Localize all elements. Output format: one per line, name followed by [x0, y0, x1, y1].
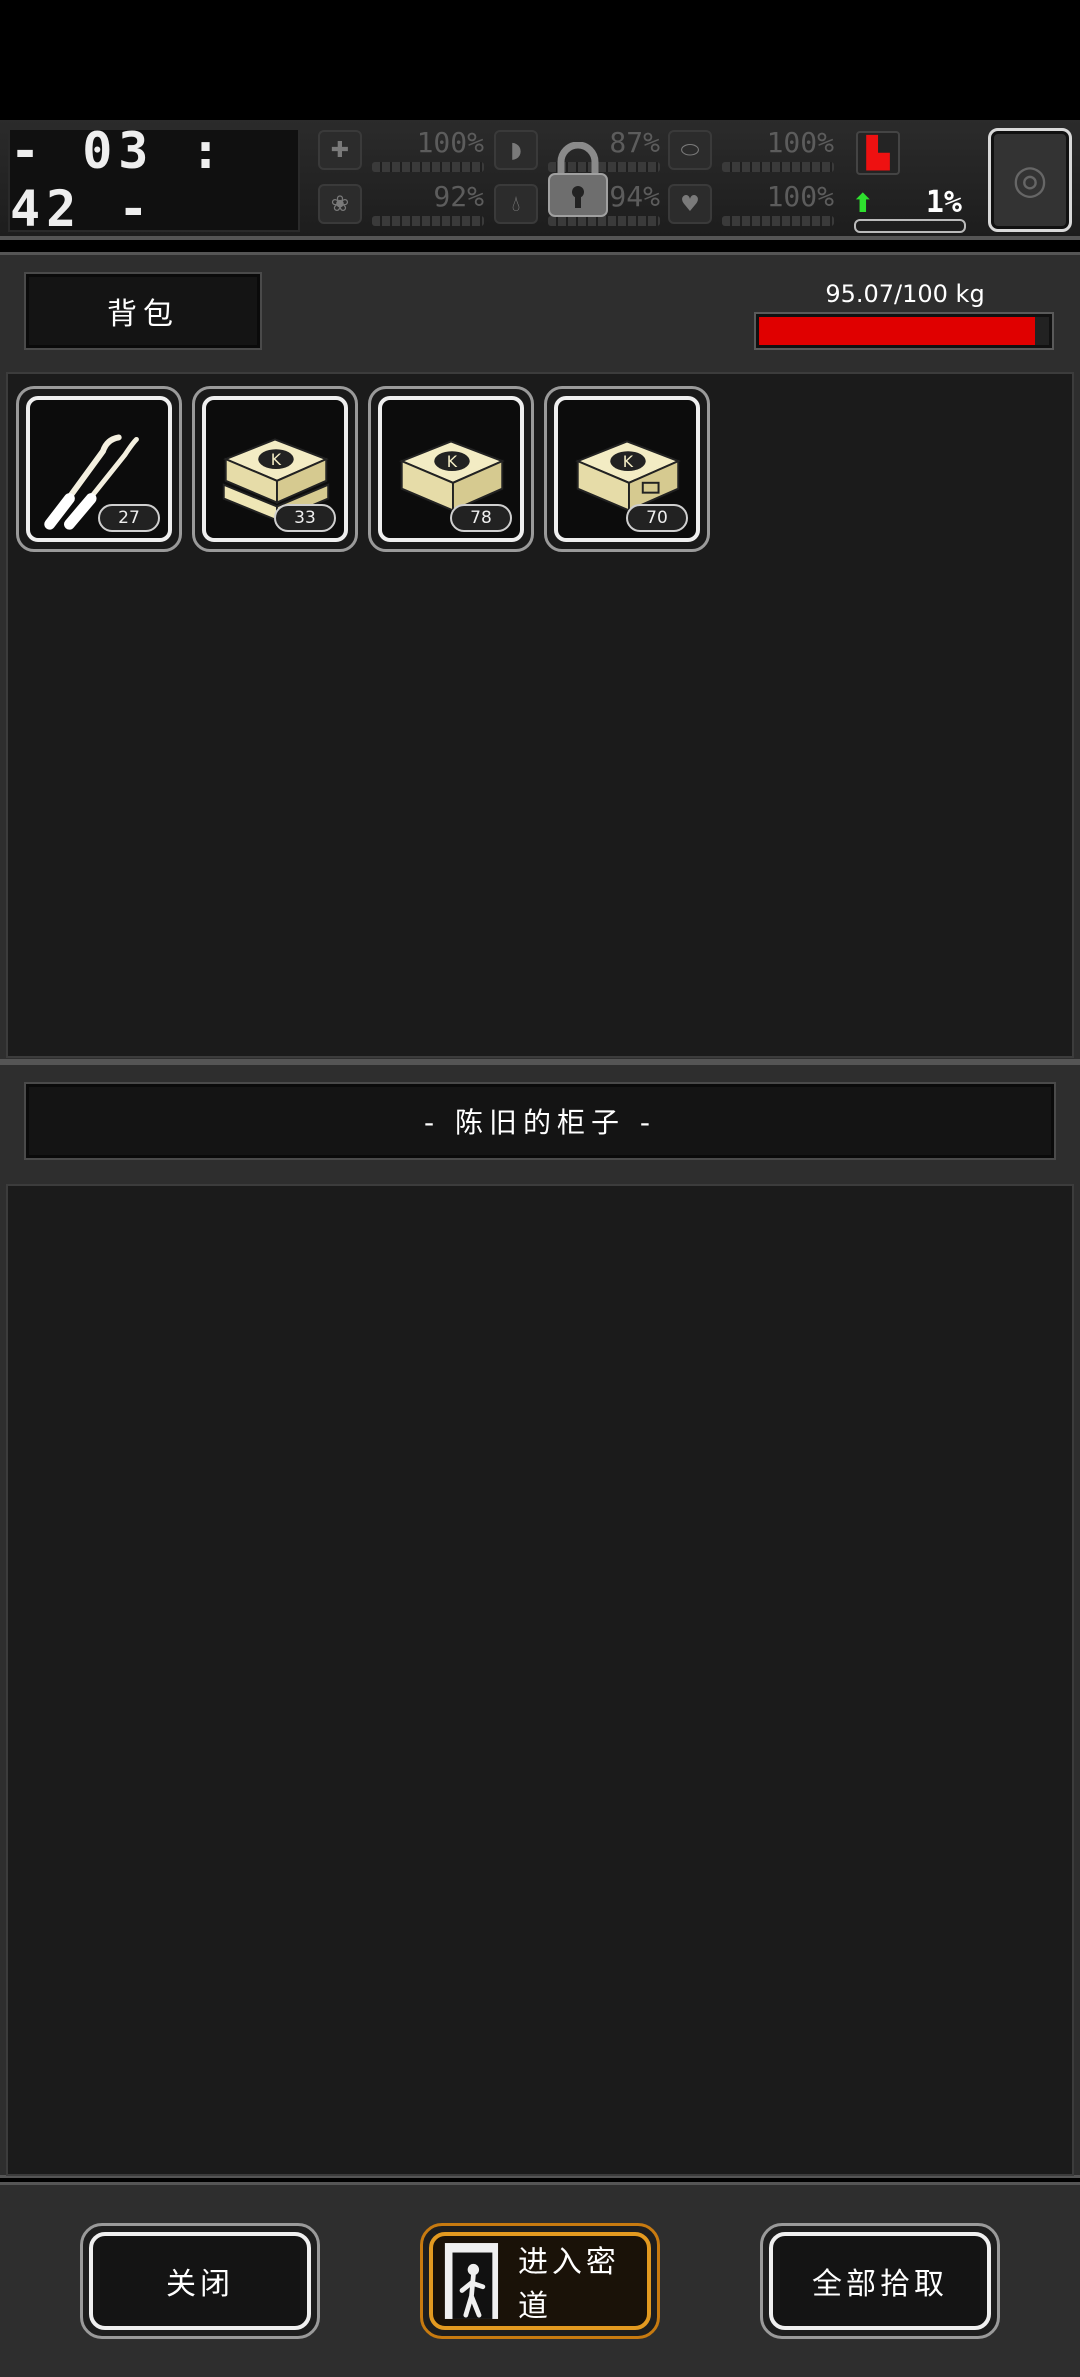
armor-bar: [722, 162, 834, 172]
inventory-slot-3[interactable]: K 78: [368, 386, 534, 552]
inventory-slot-1[interactable]: 27: [16, 386, 182, 552]
weight-label: 95.07/100 kg: [825, 280, 985, 308]
medkit-icon: ✚: [318, 130, 362, 170]
close-button[interactable]: 关闭: [80, 2223, 320, 2339]
svg-text:K: K: [447, 452, 458, 471]
game-clock: - 03 : 42 -: [8, 122, 300, 238]
brain-icon: ❀: [318, 184, 362, 224]
weight-bar-fill: [759, 317, 1035, 345]
heart-bar: [722, 216, 834, 226]
hud-bar: - 03 : 42 - ✚ 100% ❀ 92% ◗ 87% 💧︎ 94% ⬭ …: [0, 120, 1080, 240]
enter-passage-button[interactable]: 进入密道: [420, 2223, 660, 2339]
player-progress-bar: [854, 219, 966, 233]
map-button[interactable]: ◎: [988, 128, 1072, 232]
boot-icon: ▙: [856, 131, 900, 175]
sanity-bar: [372, 216, 484, 226]
enter-passage-label: 进入密道: [517, 2245, 620, 2324]
item-count: 78: [450, 504, 512, 532]
backpack-title: 背包: [26, 274, 260, 348]
close-button-label: 关闭: [89, 2232, 311, 2330]
item-count: 33: [274, 504, 336, 532]
hunger-value: 87%: [609, 126, 660, 159]
weight-bar: [756, 314, 1052, 348]
thirst-value: 94%: [609, 180, 660, 213]
inventory-slot-4[interactable]: K 70: [544, 386, 710, 552]
armor-value: 100%: [766, 126, 834, 159]
take-all-label: 全部拾取: [769, 2232, 991, 2330]
armor-stat: ⬭ 100%: [668, 126, 838, 176]
container-title: - 陈旧的柜子 -: [26, 1084, 1054, 1158]
heart-stat: ♥ 100%: [668, 180, 838, 230]
stomach-icon: ◗: [494, 130, 538, 170]
take-all-button[interactable]: 全部拾取: [760, 2223, 1000, 2339]
health-bar: [372, 162, 484, 172]
map-icon: ◎: [1012, 157, 1048, 203]
heart-value: 100%: [766, 180, 834, 213]
water-drop-icon: 💧︎: [494, 184, 538, 224]
pill-icon: ⬭: [668, 130, 712, 170]
health-value: 100%: [416, 126, 484, 159]
container-grid: [6, 1184, 1074, 2176]
svg-text:K: K: [271, 450, 282, 469]
player-percent: 1%: [925, 185, 962, 220]
up-arrow-icon: ⬆: [852, 189, 874, 219]
health-stat: ✚ 100%: [318, 126, 488, 176]
svg-text:K: K: [623, 452, 634, 471]
lock-icon[interactable]: [545, 142, 611, 218]
status-bar: [0, 0, 1080, 120]
inventory-slot-2[interactable]: K 33: [192, 386, 358, 552]
player-status: ▙ ⬆ 1%: [848, 125, 972, 235]
heart-icon: ♥: [668, 184, 712, 224]
sanity-value: 92%: [433, 180, 484, 213]
item-count: 70: [626, 504, 688, 532]
item-count: 27: [98, 504, 160, 532]
sanity-stat: ❀ 92%: [318, 180, 488, 230]
door-icon: [444, 2243, 499, 2319]
action-bar: 关闭 进入密道 全部拾取: [0, 2182, 1080, 2377]
